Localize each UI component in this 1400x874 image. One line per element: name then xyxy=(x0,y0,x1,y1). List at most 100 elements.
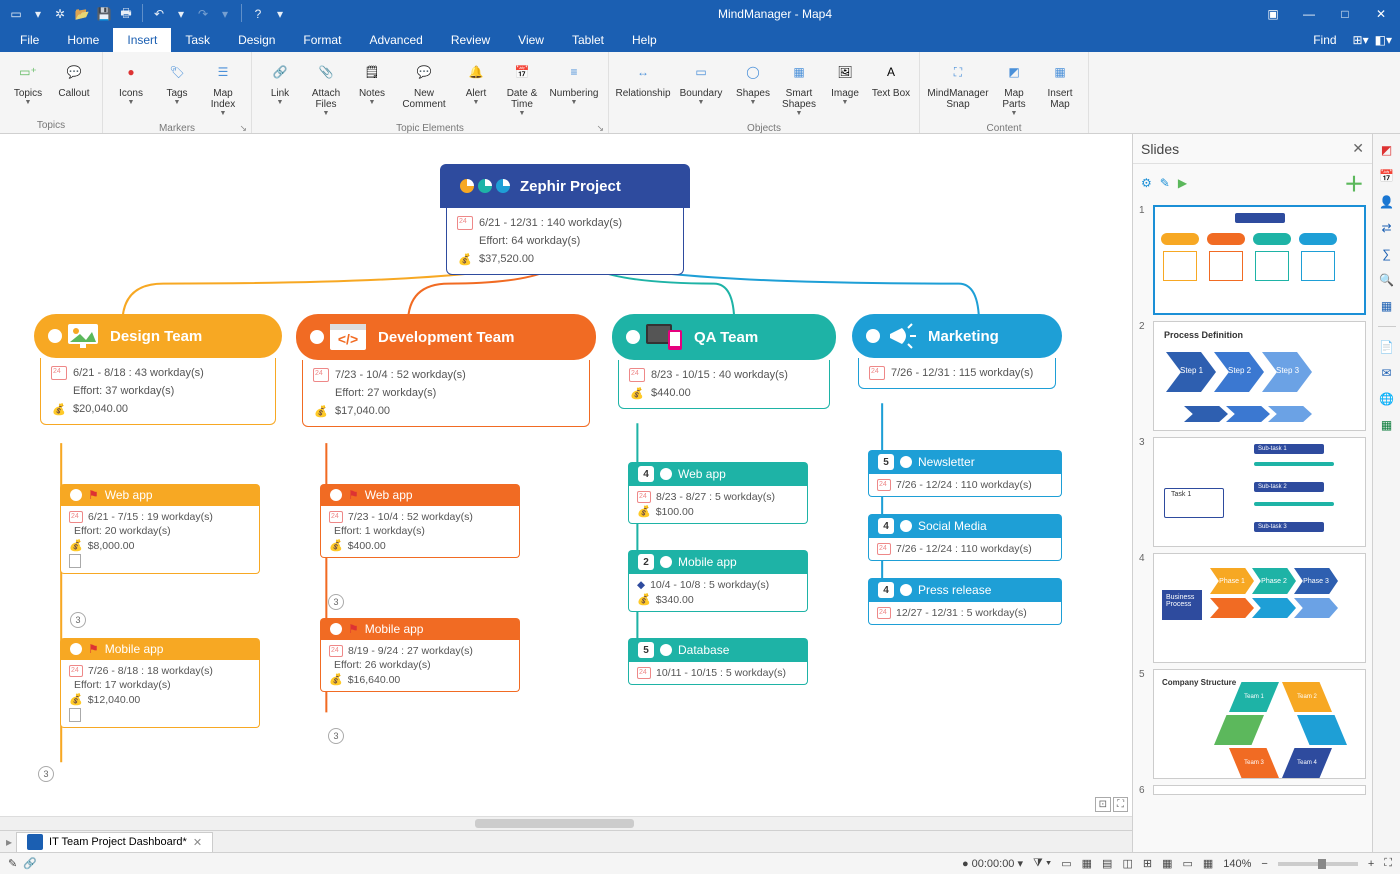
side-excel-icon[interactable]: ▦ xyxy=(1377,415,1397,435)
canvas-nav-icon[interactable]: ⊡ xyxy=(1095,797,1111,812)
tab-file[interactable]: File xyxy=(6,28,53,52)
ribbon-textbox[interactable]: AText Box xyxy=(869,56,913,101)
redo-dd-icon[interactable]: ▾ xyxy=(215,4,235,24)
undo-icon[interactable]: ↶ xyxy=(149,4,169,24)
ribbon-tags[interactable]: 🏷Tags▼ xyxy=(155,56,199,108)
side-search-icon[interactable]: 🔍 xyxy=(1377,270,1397,290)
tab-help[interactable]: Help xyxy=(618,28,671,52)
help-icon[interactable]: ? xyxy=(248,4,268,24)
status-view7-icon[interactable]: ▭ xyxy=(1182,857,1192,870)
find-label[interactable]: Find xyxy=(1297,28,1352,52)
ribbon-mapparts[interactable]: ◩Map Parts▼ xyxy=(992,56,1036,119)
ribbon-options-icon[interactable]: ▣ xyxy=(1260,7,1286,21)
slides-play-icon[interactable]: ▶ xyxy=(1178,176,1187,190)
horizontal-scrollbar[interactable] xyxy=(0,816,1132,830)
tab-nav-icon[interactable]: ▸ xyxy=(6,835,12,849)
side-web-icon[interactable]: 🌐 xyxy=(1377,389,1397,409)
zoom-in-icon[interactable]: + xyxy=(1368,858,1374,870)
tab-view[interactable]: View xyxy=(504,28,558,52)
slide-item[interactable]: 5 Company Structure Team 1 Team 2 Team 3… xyxy=(1139,669,1366,779)
branch-design[interactable]: Design Team 6/21 - 8/18 : 43 workday(s) … xyxy=(34,314,282,425)
ribbon-attach[interactable]: 📎Attach Files▼ xyxy=(304,56,348,119)
subtopic-design-mobile[interactable]: Mobile app 7/26 - 8/18 : 18 workday(s) E… xyxy=(60,638,260,728)
new-doc-icon[interactable]: ▭ xyxy=(6,4,26,24)
open-icon[interactable]: 📂 xyxy=(72,4,92,24)
subtopic-qa-webapp[interactable]: 4Web app 8/23 - 8/27 : 5 workday(s) $100… xyxy=(628,462,808,524)
ribbon-mmsnap[interactable]: ⛶MindManager Snap xyxy=(926,56,990,112)
subtopic-mkt-press[interactable]: 4Press release 12/27 - 12/31 : 5 workday… xyxy=(868,578,1062,625)
document-tab[interactable]: IT Team Project Dashboard* ✕ xyxy=(16,832,213,852)
slide-item[interactable]: 1 xyxy=(1139,205,1366,315)
ribbon-alert[interactable]: 🔔Alert▼ xyxy=(454,56,498,108)
ribbon-callout[interactable]: 💬Callout xyxy=(52,56,96,101)
subtopic-qa-mobile[interactable]: 2Mobile app ◆10/4 - 10/8 : 5 workday(s) … xyxy=(628,550,808,612)
undo-dd-icon[interactable]: ▾ xyxy=(171,4,191,24)
new-dd-icon[interactable]: ▾ xyxy=(28,4,48,24)
subtopic-mkt-social[interactable]: 4Social Media 7/26 - 12/24 : 110 workday… xyxy=(868,514,1062,561)
menu-opt2-icon[interactable]: ◧▾ xyxy=(1375,33,1392,47)
ribbon-smartshapes[interactable]: ▦Smart Shapes▼ xyxy=(777,56,821,119)
tab-task[interactable]: Task xyxy=(171,28,224,52)
ribbon-insertmap[interactable]: ▦Insert Map xyxy=(1038,56,1082,112)
slide-item[interactable]: 2 Process Definition Step 1 Step 2 Step … xyxy=(1139,321,1366,431)
status-view2-icon[interactable]: ▦ xyxy=(1082,857,1092,870)
slide-item[interactable]: 6 xyxy=(1139,785,1366,796)
subtopic-qa-database[interactable]: 5Database 10/11 - 10/15 : 5 workday(s) xyxy=(628,638,808,685)
status-timer[interactable]: ● 00:00:00 ▾ xyxy=(962,857,1023,870)
side-equation-icon[interactable]: ∑ xyxy=(1377,244,1397,264)
tab-tablet[interactable]: Tablet xyxy=(558,28,618,52)
menu-opt1-icon[interactable]: ⊞▾ xyxy=(1353,33,1369,47)
side-outlook-icon[interactable]: ✉ xyxy=(1377,363,1397,383)
count-badge[interactable]: 3 xyxy=(328,594,344,610)
side-calendar-icon[interactable]: 📅 xyxy=(1377,166,1397,186)
slide-item[interactable]: 3 Task 1 Sub-task 1 Sub-task 2 Sub-task … xyxy=(1139,437,1366,547)
ribbon-boundary[interactable]: ▭Boundary▼ xyxy=(673,56,729,108)
status-link-icon[interactable]: 🔗 xyxy=(23,857,37,870)
count-badge[interactable]: 3 xyxy=(70,612,86,628)
slides-list[interactable]: 1 2 Process Definition Step 1 Step 2 Ste… xyxy=(1133,201,1372,852)
ribbon-topics[interactable]: ▭⁺Topics▼ xyxy=(6,56,50,108)
subtopic-design-webapp[interactable]: Web app 6/21 - 7/15 : 19 workday(s) Effo… xyxy=(60,484,260,574)
ribbon-icons[interactable]: ●Icons▼ xyxy=(109,56,153,108)
ribbon-image[interactable]: 🖼Image▼ xyxy=(823,56,867,108)
map-canvas[interactable]: Zephir Project 6/21 - 12/31 : 140 workda… xyxy=(0,134,1132,852)
topicelements-dialog-icon[interactable]: ↘ xyxy=(596,123,604,134)
status-view6-icon[interactable]: ▦ xyxy=(1162,857,1172,870)
status-view5-icon[interactable]: ⊞ xyxy=(1143,857,1152,870)
zoom-label[interactable]: 140% xyxy=(1223,858,1251,870)
save-icon[interactable]: 💾 xyxy=(94,4,114,24)
side-document-icon[interactable]: 📄 xyxy=(1377,337,1397,357)
status-filter-icon[interactable]: ⧩ ▾ xyxy=(1033,857,1051,870)
ribbon-shapes[interactable]: ◯Shapes▼ xyxy=(731,56,775,108)
help-dd-icon[interactable]: ▾ xyxy=(270,4,290,24)
tab-design[interactable]: Design xyxy=(224,28,289,52)
ribbon-comment[interactable]: 💬New Comment xyxy=(396,56,452,112)
slide-item[interactable]: 4 Business Process Phase 1 Phase 2 Phase… xyxy=(1139,553,1366,663)
tab-close-icon[interactable]: ✕ xyxy=(193,836,202,849)
tab-format[interactable]: Format xyxy=(289,28,355,52)
zoom-fit-icon[interactable]: ⛶ xyxy=(1384,857,1392,870)
zoom-out-icon[interactable]: − xyxy=(1261,858,1267,870)
ribbon-numbering[interactable]: ≡Numbering▼ xyxy=(546,56,602,108)
branch-marketing[interactable]: Marketing 7/26 - 12/31 : 115 workday(s) xyxy=(852,314,1062,389)
side-transfer-icon[interactable]: ⇄ xyxy=(1377,218,1397,238)
subtopic-mkt-newsletter[interactable]: 5Newsletter 7/26 - 12/24 : 110 workday(s… xyxy=(868,450,1062,497)
slides-edit-icon[interactable]: ✎ xyxy=(1160,176,1170,190)
subtopic-dev-webapp[interactable]: Web app 7/23 - 10/4 : 52 workday(s) Effo… xyxy=(320,484,520,558)
tab-review[interactable]: Review xyxy=(437,28,504,52)
slides-add-icon[interactable]: ＋ xyxy=(1344,168,1364,197)
count-badge[interactable]: 3 xyxy=(38,766,54,782)
ribbon-datetime[interactable]: 📅Date & Time▼ xyxy=(500,56,544,119)
print-icon[interactable]: 🖶 xyxy=(116,4,136,24)
redo-icon[interactable]: ↷ xyxy=(193,4,213,24)
status-view4-icon[interactable]: ◫ xyxy=(1122,857,1132,870)
zoom-slider[interactable] xyxy=(1278,862,1358,866)
status-view1-icon[interactable]: ▭ xyxy=(1061,857,1071,870)
tab-advanced[interactable]: Advanced xyxy=(355,28,436,52)
settings-icon[interactable]: ✲ xyxy=(50,4,70,24)
side-user-icon[interactable]: 👤 xyxy=(1377,192,1397,212)
status-view8-icon[interactable]: ▦ xyxy=(1203,857,1213,870)
branch-development[interactable]: </> Development Team 7/23 - 10/4 : 52 wo… xyxy=(296,314,596,427)
minimize-icon[interactable]: — xyxy=(1296,7,1322,21)
status-pointer-icon[interactable]: ✎ xyxy=(8,857,17,870)
